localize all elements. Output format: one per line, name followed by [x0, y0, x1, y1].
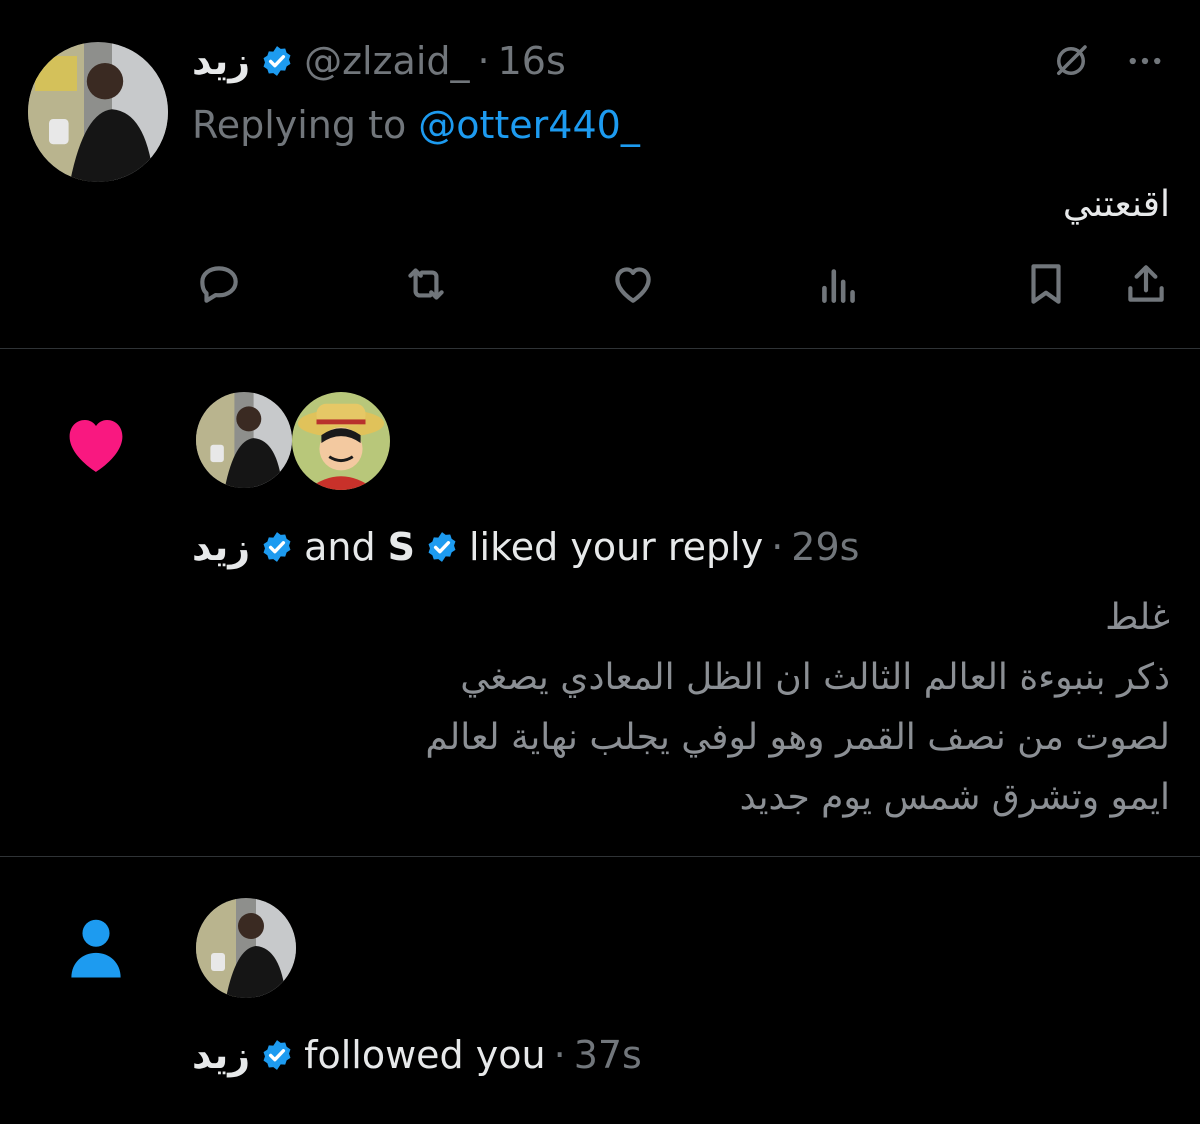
avatar-photo — [196, 392, 292, 488]
avatar[interactable] — [292, 392, 390, 490]
tweet-header: زيد @zlzaid_ · 16s — [192, 38, 566, 84]
timestamp[interactable]: 16s — [498, 39, 566, 83]
liker-name-2[interactable]: S — [388, 525, 415, 569]
liked-reply-line: ذكر بنبوءة العالم الثالث ان الظل المعادي… — [460, 657, 1170, 698]
bookmark-button[interactable] — [1016, 254, 1076, 314]
more-icon[interactable] — [1120, 36, 1170, 86]
like-header: زيد and S liked your reply · 29s — [192, 524, 859, 570]
verified-badge-icon — [425, 530, 459, 564]
views-icon — [822, 269, 855, 303]
replying-handle-link[interactable]: @otter440_ — [418, 103, 640, 147]
person-icon — [66, 916, 126, 980]
verified-badge-icon — [260, 1038, 294, 1072]
verified-badge-icon — [260, 530, 294, 564]
separator: · — [477, 39, 490, 83]
timestamp: 37s — [573, 1033, 642, 1077]
reply-icon — [200, 266, 238, 303]
follow-header: زيد followed you · 37s — [192, 1032, 642, 1078]
bookmark-icon — [1031, 264, 1061, 304]
liked-reply-line: غلط — [1105, 597, 1170, 638]
divider — [0, 856, 1200, 857]
divider — [0, 348, 1200, 349]
follower-name[interactable]: زيد — [192, 1033, 250, 1077]
avatar[interactable] — [196, 898, 296, 998]
tweet-text: اقنعتني — [1062, 184, 1170, 225]
separator: · — [771, 525, 784, 569]
heart-icon — [615, 267, 651, 303]
avatar[interactable] — [196, 392, 292, 488]
avatar-photo — [28, 42, 168, 182]
avatar-cartoon — [292, 392, 390, 490]
and-text: and — [304, 525, 376, 569]
replying-to: Replying to @otter440_ — [192, 102, 640, 148]
follow-action-text: followed you — [304, 1033, 546, 1077]
views-button[interactable] — [809, 254, 869, 314]
separator: · — [553, 1033, 566, 1077]
retweet-icon — [408, 268, 444, 300]
handle[interactable]: @zlzaid_ — [304, 39, 469, 83]
liker-name-1[interactable]: زيد — [192, 525, 250, 569]
timestamp: 29s — [791, 525, 860, 569]
retweet-button[interactable] — [396, 254, 456, 314]
notification-heart — [69, 420, 123, 472]
reply-button[interactable] — [189, 254, 249, 314]
grok-icon[interactable] — [1046, 36, 1096, 86]
share-button[interactable] — [1116, 254, 1176, 314]
share-icon — [1128, 265, 1164, 302]
replying-prefix: Replying to — [192, 103, 407, 147]
avatar[interactable] — [28, 42, 168, 182]
like-action-text: liked your reply — [468, 525, 764, 569]
display-name[interactable]: زيد — [192, 39, 250, 83]
verified-badge-icon — [260, 44, 294, 78]
avatar-photo — [196, 898, 296, 998]
like-button[interactable] — [603, 254, 663, 314]
liked-reply-line: لصوت من نصف القمر وهو لوفي يجلب نهاية لع… — [425, 717, 1170, 758]
heart-icon — [60, 408, 132, 480]
liked-reply-text[interactable]: غلط ذكر بنبوءة العالم الثالث ان الظل الم… — [170, 588, 1170, 828]
liked-reply-line: ايمو وتشرق شمس يوم جديد — [739, 777, 1170, 818]
